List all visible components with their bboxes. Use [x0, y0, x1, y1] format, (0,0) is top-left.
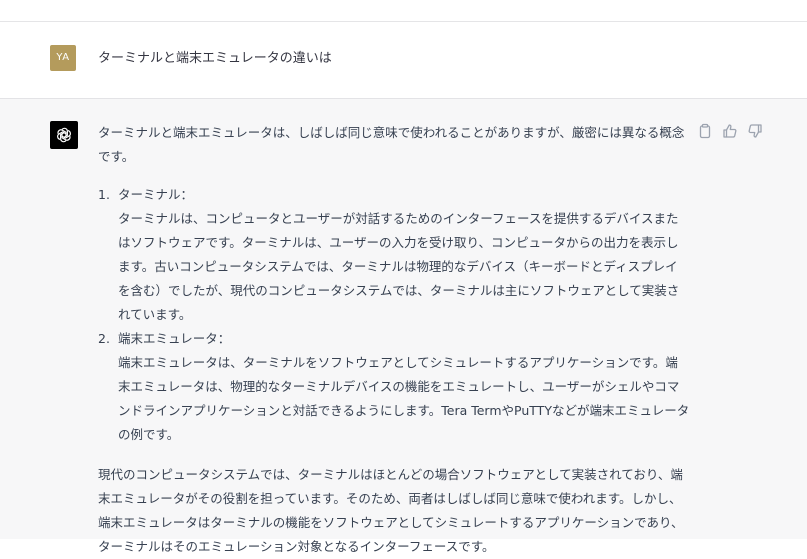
top-strip — [0, 0, 807, 22]
list-item-title: ターミナル： — [118, 187, 194, 202]
assistant-intro: ターミナルと端末エミュレータは、しばしば同じ意味で使われることがありますが、厳密… — [98, 125, 685, 164]
user-message-text: ターミナルと端末エミュレータの違いは — [98, 51, 332, 66]
list-item-body: ターミナルは、コンピュータとユーザーが対話するためのインターフェースを提供するデ… — [118, 211, 680, 322]
user-message-row: YA ターミナルと端末エミュレータの違いは — [0, 22, 807, 99]
list-item: 2. 端末エミュレータ： 端末エミュレータは、ターミナルをソフトウェアとしてシミ… — [98, 327, 690, 447]
message-actions — [697, 123, 763, 139]
openai-logo-icon — [50, 121, 78, 149]
assistant-list: 1. ターミナル： ターミナルは、コンピュータとユーザーが対話するためのインター… — [98, 183, 690, 447]
assistant-message-content: ターミナルと端末エミュレータは、しばしば同じ意味で使われることがありますが、厳密… — [98, 121, 690, 559]
list-item-number: 1. — [98, 187, 110, 202]
list-item-number: 2. — [98, 331, 110, 346]
list-item: 1. ターミナル： ターミナルは、コンピュータとユーザーが対話するためのインター… — [98, 183, 690, 327]
list-item-title: 端末エミュレータ： — [118, 331, 231, 346]
thumbs-down-icon[interactable] — [747, 123, 763, 139]
assistant-closing: 現代のコンピュータシステムでは、ターミナルはほとんどの場合ソフトウェアとして実装… — [98, 467, 684, 554]
thumbs-up-icon[interactable] — [722, 123, 738, 139]
copy-icon[interactable] — [697, 123, 713, 139]
assistant-message-row: ターミナルと端末エミュレータは、しばしば同じ意味で使われることがありますが、厳密… — [0, 99, 807, 554]
list-item-body: 端末エミュレータは、ターミナルをソフトウェアとしてシミュレートするアプリケーショ… — [118, 355, 690, 442]
user-avatar: YA — [50, 45, 76, 71]
